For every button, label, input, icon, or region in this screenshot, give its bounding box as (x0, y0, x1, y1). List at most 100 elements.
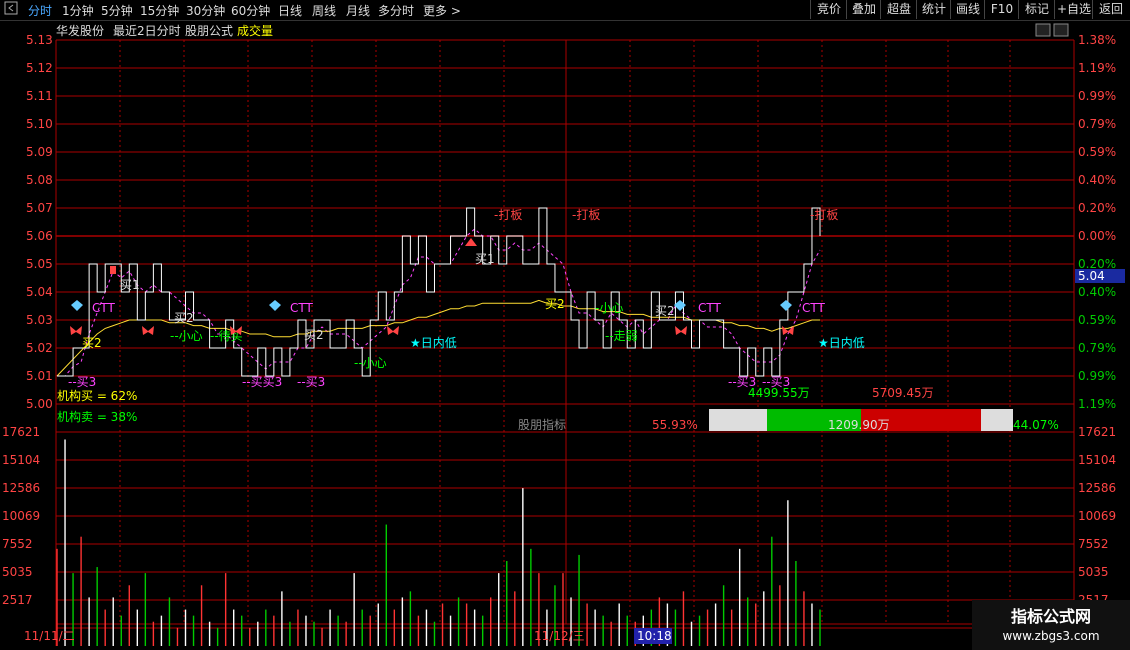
volume-tick-label: 12586 (1078, 481, 1116, 495)
watermark-title: 指标公式网 (1010, 607, 1091, 626)
watermark-url: www.zbgs3.com (1002, 629, 1100, 643)
weak-label: --走弱 (605, 329, 638, 343)
watermark: 指标公式网 www.zbgs3.com (972, 600, 1130, 650)
buy3-label-1: --买3 (68, 375, 96, 389)
daban-label-2: -打板 (572, 208, 600, 222)
pct-tick-label: 0.59% (1078, 145, 1116, 159)
price-tick-label: 5.08 (26, 173, 53, 187)
buy2-label: 买2 (545, 297, 565, 311)
buy2-label-5: 买2 (655, 304, 675, 318)
volume-tick-label: 10069 (1078, 509, 1116, 523)
price-tick-label: 5.10 (26, 117, 53, 131)
daban-label-1: -打板 (494, 208, 522, 222)
add-watchlist-button[interactable]: +自选 (1054, 0, 1093, 19)
butterfly-icon (142, 326, 154, 335)
careful-label-2: --小心 (354, 356, 387, 370)
volume-tick-label: 15104 (2, 453, 40, 467)
price-tick-label: 5.13 (26, 33, 53, 47)
pct-tick-label: 1.38% (1078, 33, 1116, 47)
volume-tick-label: 12586 (2, 481, 40, 495)
auction-button[interactable]: 竞价 (810, 0, 847, 19)
restore-icon[interactable] (1035, 23, 1051, 37)
volume-tick-label: 17621 (2, 425, 40, 439)
volume-label: 成交量 (237, 23, 273, 38)
toolbar: 分时 1分钟 5分钟 15分钟 30分钟 60分钟 日线 周线 月线 多分时 更… (0, 0, 1130, 21)
intraday-low-label-1: ★日内低 (410, 336, 457, 350)
diamond-icon (780, 300, 792, 311)
back-button[interactable]: 返回 (1092, 0, 1129, 19)
tab-1min[interactable]: 1分钟 (62, 2, 94, 19)
butterfly-icon (675, 326, 687, 335)
pct-tick-label: 0.40% (1078, 285, 1116, 299)
buy1-label: 买1 (120, 278, 140, 292)
pct-tick-label: 0.59% (1078, 313, 1116, 327)
price-tick-label: 5.04 (26, 285, 53, 299)
current-price: 5.04 (1078, 269, 1105, 283)
pct-tick-label: 0.79% (1078, 117, 1116, 131)
ctt-label-2: CTT (290, 301, 313, 315)
pct-tick-label: 0.40% (1078, 173, 1116, 187)
tab-multi-fenshi[interactable]: 多分时 (378, 2, 414, 19)
price-tick-label: 5.01 (26, 369, 53, 383)
buy2-label-2: 买2 (82, 336, 102, 350)
overlay-button[interactable]: 叠加 (846, 0, 881, 19)
tab-monthly[interactable]: 月线 (346, 2, 370, 19)
volume-tick-label: 7552 (2, 537, 33, 551)
pct-tick-label: 1.19% (1078, 397, 1116, 411)
pct-tick-label: 0.99% (1078, 369, 1116, 383)
volume-tick-label: 7552 (1078, 537, 1109, 551)
buy3-label-2: --买3 (297, 375, 325, 389)
cursor-time: 10:18 (637, 629, 672, 643)
stock-name: 华发股份 (56, 23, 104, 38)
menu-icon[interactable] (4, 1, 18, 18)
mid-amount: 1209.90万 (828, 418, 890, 432)
volume-tick-label: 10069 (2, 509, 40, 523)
f10-button[interactable]: F10 (984, 0, 1019, 19)
pct-tick-label: 0.99% (1078, 89, 1116, 103)
buy2-label-3: 买2 (174, 311, 194, 325)
volume-tick-label: 17621 (1078, 425, 1116, 439)
tab-60min[interactable]: 60分钟 (231, 2, 270, 19)
tab-15min[interactable]: 15分钟 (140, 2, 179, 19)
price-tick-label: 5.12 (26, 61, 53, 75)
super-button[interactable]: 超盘 (880, 0, 917, 19)
panel-buttons[interactable] (1035, 23, 1069, 37)
price-tick-label: 5.06 (26, 229, 53, 243)
mark-button[interactable]: 标记 (1018, 0, 1055, 19)
tab-5min[interactable]: 5分钟 (101, 2, 133, 19)
period-label: 最近2日分时 (113, 24, 181, 38)
tab-30min[interactable]: 30分钟 (186, 2, 225, 19)
draw-line-button[interactable]: 画线 (950, 0, 985, 19)
inst-buy-label: 机构买 = 62% (57, 388, 137, 403)
day2-label: 11/12/三 (534, 629, 585, 643)
tab-weekly[interactable]: 周线 (312, 2, 336, 19)
volume-tick-label: 5035 (1078, 565, 1109, 579)
daban-label-3: -打板 (810, 208, 838, 222)
intraday-low-label-2: ★日内低 (818, 336, 865, 350)
buybuy3-label: --买买3 (242, 375, 282, 389)
indicator-label: 股朋指标 (518, 417, 566, 432)
ratio-bar: 1209.90万 (709, 409, 1013, 432)
day1-label: 11/11/二 (24, 629, 75, 643)
chevron-right-icon: > (450, 4, 461, 18)
intraday-chart[interactable]: 华发股份 最近2日分时 股朋公式 成交量 5.13 5.12 5.11 5.10 5.0… (0, 20, 1130, 650)
volume-tick-label: 2517 (2, 593, 33, 607)
right-pct: 44.07% (1013, 418, 1059, 432)
stats-button[interactable]: 统计 (916, 0, 951, 19)
careful-label-3: -小心 (595, 301, 623, 315)
inst-sell-label: 机构卖 = 38% (57, 409, 137, 424)
butterfly-icon (387, 326, 399, 335)
tab-more[interactable]: 更多 > (423, 2, 461, 19)
close-icon[interactable] (1053, 23, 1069, 37)
amount-right: 5709.45万 (872, 386, 934, 400)
price-tick-label: 5.00 (26, 397, 53, 411)
careful-label-1: --小心 (170, 329, 203, 343)
ctt-label-4: CTT (802, 301, 825, 315)
volume-tick-label: 15104 (1078, 453, 1116, 467)
tab-daily[interactable]: 日线 (278, 2, 302, 19)
ctt-label-1: CTT (92, 301, 115, 315)
diamond-icon (71, 300, 83, 311)
volume-bars (56, 439, 821, 646)
tab-fenshi[interactable]: 分时 (28, 2, 52, 19)
pct-tick-label: 0.79% (1078, 341, 1116, 355)
